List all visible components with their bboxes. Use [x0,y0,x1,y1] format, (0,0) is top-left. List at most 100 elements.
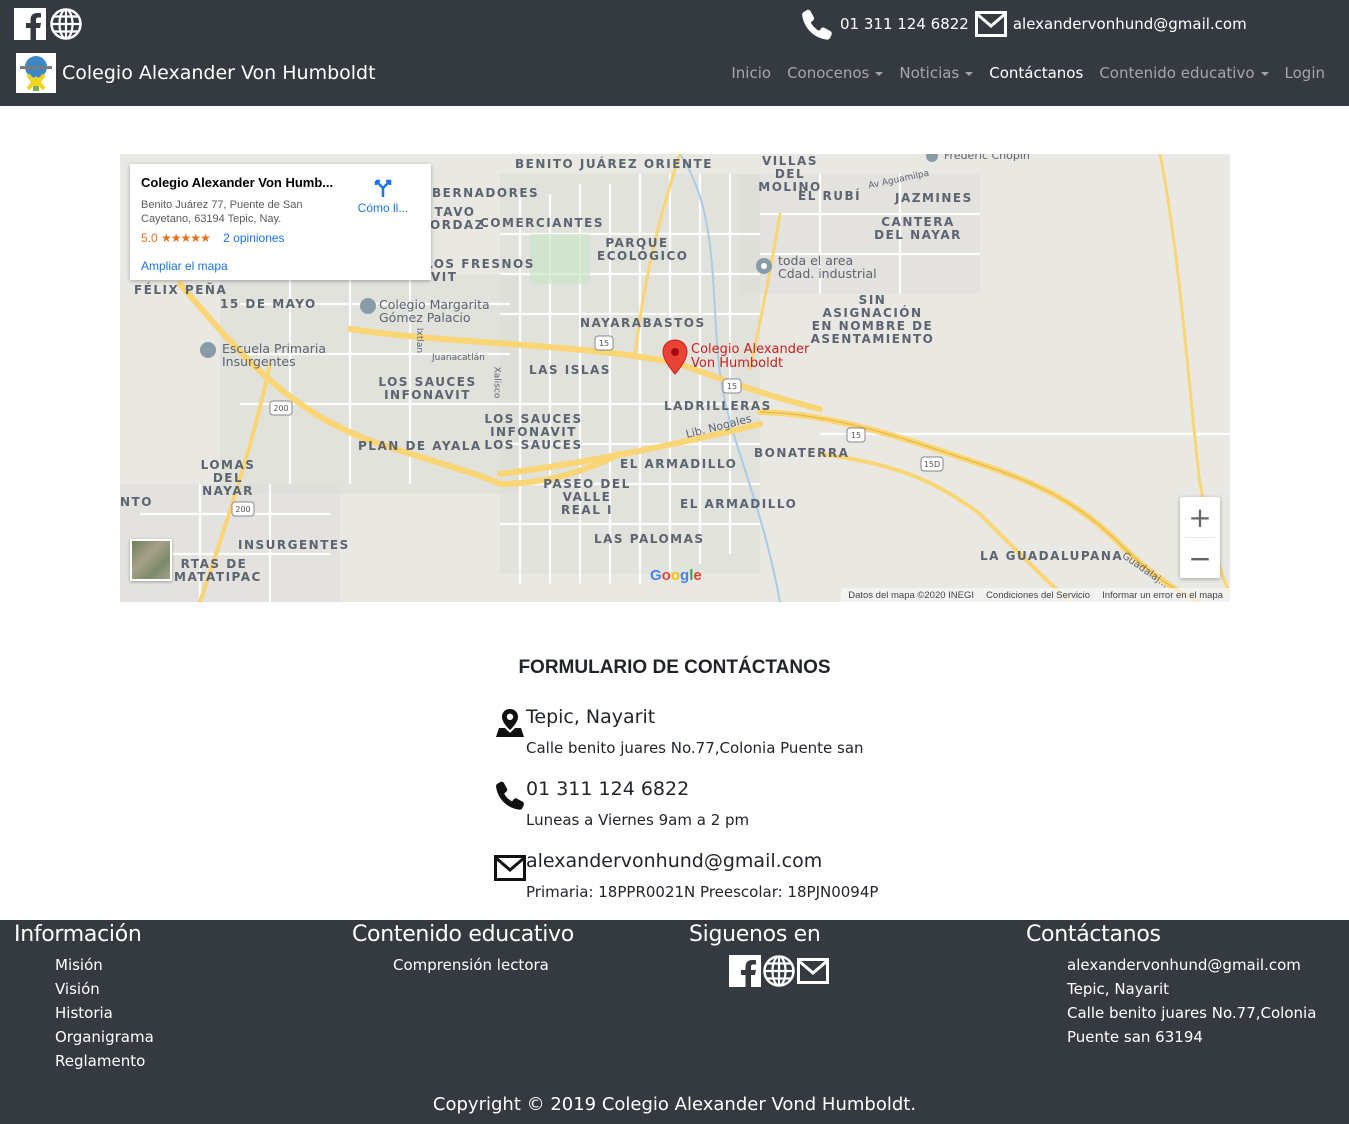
road-shield: 15D [924,460,940,469]
contact-email: alexandervonhund@gmail.com Primaria: 18P… [494,849,878,901]
map-label: Félix Peña [134,283,228,297]
rating-stars-icon: ★★★★★ [161,231,211,245]
map-marker-icon [494,707,526,739]
footer-heading: Siguenos en [689,922,821,947]
nav-inicio[interactable]: Inicio [723,64,779,82]
school-logo [16,53,56,93]
footer-contact-column: Contáctanos alexandervonhund@gmail.com T… [1026,922,1316,1049]
satellite-toggle[interactable] [130,539,172,581]
globe-icon[interactable] [50,8,82,40]
office-hours: Luneas a Viernes 9am a 2 pm [526,811,750,829]
phone-icon [494,779,526,811]
road-shield: 200 [273,404,288,413]
footer-link-comprension[interactable]: Comprensión lectora [393,953,574,977]
map-label: Ladrilleras [664,399,772,413]
map-label: Bonaterra [754,446,850,460]
brand[interactable]: Colegio Alexander Von Humboldt [16,53,376,93]
footer-social-links [729,955,829,987]
nav-login[interactable]: Login [1277,64,1333,82]
nav-contenido-educativo[interactable]: Contenido educativo [1091,64,1276,82]
enlarge-map-link[interactable]: Ampliar el mapa [141,259,420,273]
zoom-controls: + − [1180,497,1220,578]
map-label: Paseo del Valle Real I [543,477,631,517]
nav-label: Contáctanos [989,64,1084,82]
map-label: Lomas del Nayar [200,458,256,498]
brand-name: Colegio Alexander Von Humboldt [62,62,376,84]
header-phone[interactable]: 01 311 124 6822 [840,15,969,33]
map-label: Los Sauces Infonavit [378,375,477,402]
map-label: Benito Juárez Oriente [515,157,713,171]
directions-label: Cómo ll... [357,201,409,215]
map-attribution: Datos del mapa ©2020 INEGI Condiciones d… [841,588,1230,602]
nav-contactanos[interactable]: Contáctanos [981,64,1091,82]
map-label: Comerciantes [480,216,605,230]
footer-link-historia[interactable]: Historia [55,1001,154,1025]
email-address[interactable]: alexandervonhund@gmail.com [526,849,822,873]
map-label: rtas de Matatipac [174,557,262,584]
marker-label: Colegio Alexander Von Humboldt [691,342,810,371]
google-logo: Google [650,567,702,584]
header-email[interactable]: alexandervonhund@gmail.com [1013,15,1247,33]
map-poi-label: Colegio Margarita Gómez Palacio [379,297,490,325]
footer-email[interactable]: alexandervonhund@gmail.com [1067,953,1316,977]
header-social-links [14,8,82,40]
directions-button[interactable]: Cómo ll... [357,176,409,215]
zoom-in-button[interactable]: + [1180,497,1220,537]
phone-number[interactable]: 01 311 124 6822 [526,777,689,801]
terms-link[interactable]: Condiciones del Servicio [986,590,1090,601]
copyright: Copyright © 2019 Colegio Alexander Vond … [432,1094,917,1115]
footer-heading: Contenido educativo [352,922,574,947]
footer-info-column: Información Misión Visión Historia Organ… [14,922,154,1073]
facebook-icon[interactable] [14,8,46,40]
directions-icon [374,179,392,197]
embedded-map[interactable]: 15 15 200 200 15 15D Benito Juárez Orien… [120,154,1230,602]
mail-icon[interactable] [797,955,829,987]
map-label: Los Sauces Infonavit Los Sauces [484,412,583,452]
map-label: El Armadillo [620,457,738,471]
location-address: Calle benito juares No.77,Colonia Puente… [526,739,864,757]
globe-icon[interactable] [763,955,795,987]
zoom-out-button[interactable]: − [1180,538,1220,578]
map-label: Bernadores [432,186,540,200]
report-error-link[interactable]: Informar un error en el mapa [1102,590,1223,601]
footer-link-vision[interactable]: Visión [55,977,154,1001]
nav-noticias[interactable]: Noticias [891,64,981,82]
map-label: Cantera del Nayar [874,215,962,242]
nav-label: Contenido educativo [1099,64,1255,82]
map-label: Nayarabastos [580,316,706,330]
school-codes: Primaria: 18PPR0021N Preescolar: 18PJN00… [526,883,879,901]
road-shield: 15 [727,382,737,391]
map-label: nto [120,495,153,509]
top-navbar: 01 311 124 6822 alexandervonhund@gmail.c… [0,0,1349,106]
map-data-credit: Datos del mapa ©2020 INEGI [848,589,975,601]
footer-heading: Contáctanos [1026,922,1161,947]
page-title: FORMULARIO DE CONTÁCTANOS [518,657,831,678]
mail-icon [974,11,1007,37]
footer-address-line: Puente san 63194 [1067,1028,1203,1046]
facebook-icon[interactable] [729,955,761,987]
footer-contact-lines: alexandervonhund@gmail.com Tepic, Nayari… [1067,953,1316,1049]
footer-link-reglamento[interactable]: Reglamento [55,1049,154,1073]
map-poi-label: Escuela Primaria Insurgentes [222,341,327,369]
contact-phone: 01 311 124 6822 Luneas a Viernes 9am a 2… [494,777,749,829]
place-address: Benito Juárez 77, Puente de San Cayetano… [141,199,303,225]
nav-label: Inicio [731,64,772,82]
map-road-label: Ixtlan [414,327,425,354]
footer-link-mision[interactable]: Misión [55,953,154,977]
map-label: 15 de Mayo [220,297,317,311]
nav-conocenos[interactable]: Conocenos [779,64,891,82]
map-label: Las Palomas [594,532,705,546]
footer-edu-column: Contenido educativo Comprensión lectora [352,922,574,977]
map-road-label: Juanacatlán [432,353,485,363]
header-contact: 01 311 124 6822 alexandervonhund@gmail.c… [800,8,1253,40]
road-shield: 15 [851,431,861,440]
footer-link-organigrama[interactable]: Organigrama [55,1025,154,1049]
map-label: Jazmines [895,191,973,205]
map-label: Las Islas [529,363,611,377]
map-label: El Armadillo [680,497,798,511]
site-footer: Información Misión Visión Historia Organ… [0,920,1349,1124]
footer-heading: Información [14,922,142,947]
nav-label: Conocenos [787,64,870,82]
location-city: Tepic, Nayarit [526,706,656,728]
reviews-link[interactable]: 2 opiniones [223,231,284,245]
